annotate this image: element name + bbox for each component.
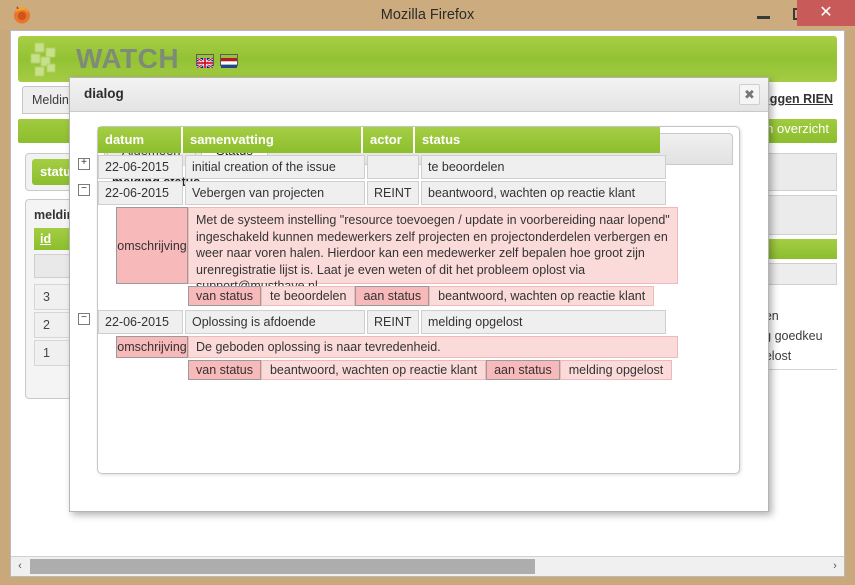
omschrijving-text: De geboden oplossing is naar tevredenhei… [188, 336, 678, 358]
close-button[interactable]: ✕ [797, 0, 855, 26]
cell-datum: 22-06-2015 [98, 181, 183, 205]
table-row[interactable]: − 22-06-2015 Oplossing is afdoende REINT me… [78, 310, 739, 334]
overview-bar-label: en overzicht [758, 121, 829, 136]
cell-actor: REINT [367, 310, 419, 334]
detail-omschrijving-row: omschrijvingMet de systeem instelling "r… [98, 207, 739, 293]
cell-datum: 22-06-2015 [98, 310, 183, 334]
tab-panel: Algemeen Status melding status datumsame… [78, 126, 740, 474]
cell-actor [367, 155, 419, 179]
browser-viewport: WATCH Melding tloggen RIEN en overzicht … [10, 30, 845, 577]
status-table: datum samenvatting actor status + 22-06-201… [78, 127, 739, 380]
column-header-samenvatting[interactable]: samenvatting [183, 127, 363, 153]
modal-dialog: dialog ✖ Algemeen Status melding status … [69, 77, 769, 512]
window-title: Mozilla Firefox [380, 7, 475, 23]
van-status-value: te beoordelen [260, 286, 356, 306]
dialog-title: dialog [84, 86, 124, 101]
flag-uk-icon[interactable] [196, 54, 214, 70]
column-header-status[interactable]: status [415, 127, 660, 153]
os-window: Mozilla Firefox ✕ WATCH Melding tloggen … [0, 0, 855, 585]
dialog-close-icon[interactable]: ✖ [739, 84, 760, 105]
omschrijving-label: omschrijving [116, 336, 188, 358]
van-status-label: van status [188, 360, 261, 380]
cell-samenvatting: Vebergen van projecten [185, 181, 365, 205]
cell-status: te beoordelen [421, 155, 666, 179]
omschrijving-label: omschrijving [116, 207, 188, 284]
cell-datum: 22-06-2015 [98, 155, 183, 179]
van-status-label: van status [188, 286, 261, 306]
table-row[interactable]: − 22-06-2015 Vebergen van projecten REINT b… [78, 181, 739, 205]
window-titlebar: Mozilla Firefox ✕ [0, 0, 855, 30]
collapse-toggle-icon[interactable]: − [78, 184, 90, 196]
detail-status-transition-row: van status te beoordelen aan status beantwo… [98, 286, 739, 306]
scrollbar-thumb[interactable] [30, 559, 535, 574]
table-header-row: datum samenvatting actor status [98, 127, 739, 153]
cell-actor: REINT [367, 181, 419, 205]
cell-status: beantwoord, wachten op reactie klant [421, 181, 666, 205]
app-logo-text: WATCH [76, 43, 180, 74]
cell-samenvatting: initial creation of the issue [185, 155, 365, 179]
collapse-toggle-icon[interactable]: − [78, 313, 90, 325]
aan-status-label: aan status [486, 360, 560, 380]
aan-status-value: beantwoord, wachten op reactie klant [429, 286, 655, 306]
column-header-actor[interactable]: actor [363, 127, 415, 153]
watch-logo-icon [26, 40, 66, 80]
table-row[interactable]: + 22-06-2015 initial creation of the issu… [78, 155, 739, 179]
cell-status: melding opgelost [421, 310, 666, 334]
minimize-button[interactable] [748, 0, 780, 26]
aan-status-label: aan status [355, 286, 430, 306]
van-status-value: beantwoord, wachten op reactie klant [260, 360, 487, 380]
flag-netherlands-icon[interactable] [220, 54, 238, 68]
horizontal-scrollbar[interactable]: ‹ › [11, 556, 844, 576]
column-header-datum[interactable]: datum [98, 127, 183, 153]
app-header: WATCH [18, 36, 837, 82]
dialog-body: Algemeen Status melding status datumsame… [70, 113, 768, 511]
detail-status-transition-row: van status beantwoord, wachten op reactie… [98, 360, 739, 380]
dialog-titlebar: dialog ✖ [70, 78, 768, 112]
detail-omschrijving-row: omschrijving De geboden oplossing is naar… [98, 336, 739, 358]
expand-toggle-icon[interactable]: + [78, 158, 90, 170]
scroll-right-arrow-icon[interactable]: › [826, 557, 844, 576]
scroll-left-arrow-icon[interactable]: ‹ [11, 557, 29, 576]
cell-samenvatting: Oplossing is afdoende [185, 310, 365, 334]
aan-status-value: melding opgelost [559, 360, 673, 380]
omschrijving-text: Met de systeem instelling "resource toev… [188, 207, 678, 293]
